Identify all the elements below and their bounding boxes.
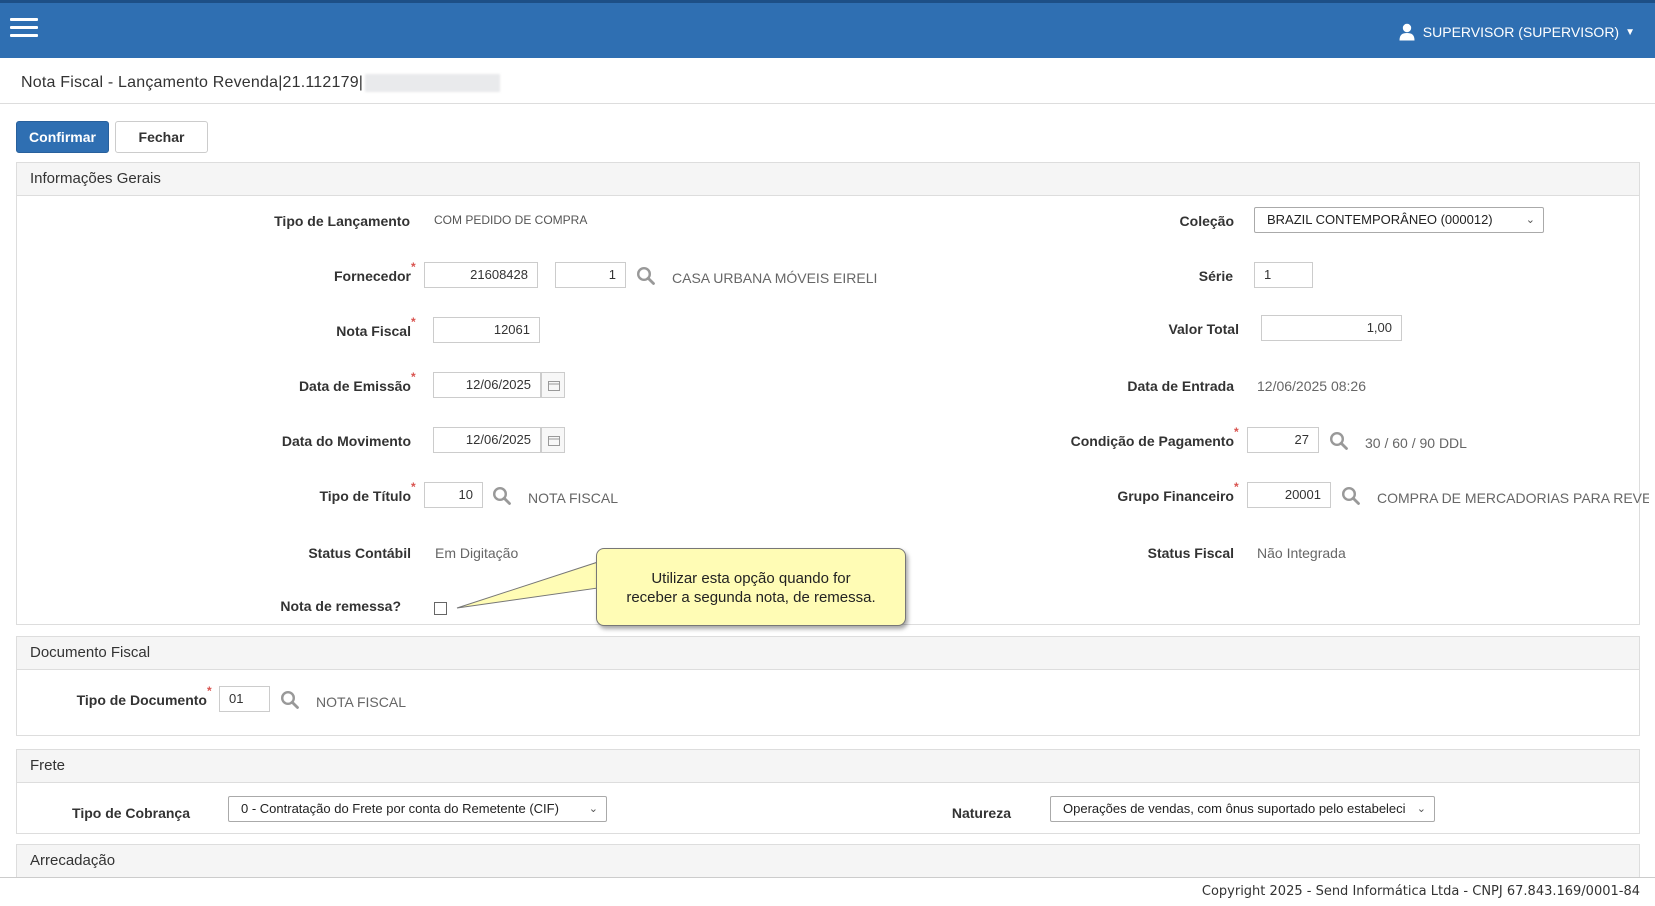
title-bar: Nota Fiscal - Lançamento Revenda|21.1121… xyxy=(0,58,1655,104)
user-name: SUPERVISOR (SUPERVISOR) xyxy=(1422,24,1620,40)
serie-label: Série xyxy=(1198,268,1233,284)
chevron-down-icon: ⌄ xyxy=(1525,214,1535,226)
status-contabil-value: Em Digitação xyxy=(435,545,519,561)
calendar-button[interactable] xyxy=(541,372,565,398)
calendar-icon xyxy=(548,436,560,446)
search-icon[interactable] xyxy=(636,266,656,286)
redacted-text xyxy=(365,74,501,92)
panel-heading: Documento Fiscal xyxy=(17,637,1639,670)
colecao-select[interactable]: BRAZIL CONTEMPORÂNEO (000012) ⌄ xyxy=(1254,207,1544,233)
search-icon[interactable] xyxy=(1329,431,1349,451)
tipo-lancamento-label: Tipo de Lançamento xyxy=(274,213,410,229)
fornecedor-seq-input[interactable]: 1 xyxy=(555,262,626,288)
search-icon[interactable] xyxy=(1341,486,1361,506)
panel-heading: Frete xyxy=(17,750,1639,783)
required-marker: * xyxy=(1234,425,1239,439)
condicao-pagamento-label: Condição de Pagamento xyxy=(1070,433,1234,449)
copyright-text: Copyright 2025 - Send Informática Ltda -… xyxy=(1201,884,1640,899)
data-emissao-input[interactable]: 12/06/2025 xyxy=(433,372,541,398)
chevron-down-icon: ⌄ xyxy=(1412,797,1426,821)
tipo-titulo-desc: NOTA FISCAL xyxy=(528,490,618,506)
tipo-titulo-input[interactable]: 10 xyxy=(424,482,483,508)
required-marker: * xyxy=(1234,480,1239,494)
tipo-documento-label: Tipo de Documento xyxy=(76,692,207,708)
grupo-financeiro-desc: COMPRA DE MERCADORIAS PARA REVENDA xyxy=(1377,490,1649,506)
natureza-label: Natureza xyxy=(951,805,1011,821)
tipo-documento-desc: NOTA FISCAL xyxy=(316,694,406,710)
tipo-titulo-label: Tipo de Título xyxy=(319,488,411,504)
nota-fiscal-label: Nota Fiscal xyxy=(336,323,411,339)
menu-icon[interactable] xyxy=(10,18,38,38)
nota-remessa-label: Nota de remessa? xyxy=(280,598,401,614)
required-marker: * xyxy=(207,684,212,698)
required-marker: * xyxy=(411,370,416,384)
data-movimento-input[interactable]: 12/06/2025 xyxy=(433,427,541,453)
chevron-down-icon: ⌄ xyxy=(588,803,598,815)
fornecedor-code-input[interactable]: 21608428 xyxy=(424,262,538,288)
top-navbar: SUPERVISOR (SUPERVISOR) ▼ xyxy=(0,0,1655,58)
tipo-lancamento-value: COM PEDIDO DE COMPRA xyxy=(434,213,588,227)
fornecedor-label: Fornecedor xyxy=(333,268,411,284)
tipo-cobranca-select[interactable]: 0 - Contratação do Frete por conta do Re… xyxy=(228,796,607,822)
user-menu[interactable]: SUPERVISOR (SUPERVISOR) ▼ xyxy=(1399,23,1635,41)
status-fiscal-label: Status Fiscal xyxy=(1147,545,1234,561)
data-emissao-label: Data de Emissão xyxy=(298,378,411,394)
search-icon[interactable] xyxy=(492,486,512,506)
tooltip-line-1: Utilizar esta opção quando for xyxy=(651,570,851,587)
fornecedor-name: CASA URBANA MÓVEIS EIRELI xyxy=(672,270,878,286)
required-marker: * xyxy=(411,480,416,494)
valor-total-label: Valor Total xyxy=(1168,321,1239,337)
data-entrada-label: Data de Entrada xyxy=(1127,378,1234,394)
tooltip-pointer xyxy=(456,561,599,609)
tipo-cobranca-label: Tipo de Cobrança xyxy=(72,805,190,821)
footer: Copyright 2025 - Send Informática Ltda -… xyxy=(0,877,1655,906)
caret-down-icon: ▼ xyxy=(1625,26,1635,38)
status-contabil-label: Status Contábil xyxy=(308,545,411,561)
condicao-pagamento-desc: 30 / 60 / 90 DDL xyxy=(1365,435,1467,451)
natureza-select[interactable]: Operações de vendas, com ônus suportado … xyxy=(1050,796,1435,822)
grupo-financeiro-input[interactable]: 20001 xyxy=(1247,482,1331,508)
page-title: Nota Fiscal - Lançamento Revenda|21.1121… xyxy=(21,74,501,92)
data-entrada-value: 12/06/2025 08:26 xyxy=(1257,378,1366,394)
valor-total-input[interactable]: 1,00 xyxy=(1261,315,1402,341)
close-button[interactable]: Fechar xyxy=(115,121,208,153)
serie-input[interactable]: 1 xyxy=(1254,262,1313,288)
required-marker: * xyxy=(411,260,416,274)
data-movimento-label: Data do Movimento xyxy=(281,433,411,449)
required-marker: * xyxy=(411,315,416,329)
search-icon[interactable] xyxy=(280,690,300,710)
tooltip-line-2: receber a segunda nota, de remessa. xyxy=(626,589,876,606)
status-fiscal-value: Não Integrada xyxy=(1257,545,1346,561)
nota-fiscal-input[interactable]: 12061 xyxy=(433,317,540,343)
condicao-pagamento-input[interactable]: 27 xyxy=(1247,427,1319,453)
panel-heading: Informações Gerais xyxy=(17,163,1639,196)
calendar-icon xyxy=(548,381,560,391)
calendar-button[interactable] xyxy=(541,427,565,453)
panel-heading[interactable]: Arrecadação xyxy=(17,845,1639,878)
tipo-documento-input[interactable]: 01 xyxy=(219,686,270,712)
panel-arrecadacao: Arrecadação xyxy=(16,844,1640,878)
colecao-label: Coleção xyxy=(1179,213,1234,229)
confirm-button[interactable]: Confirmar xyxy=(16,121,109,153)
help-tooltip: Utilizar esta opção quando for receber a… xyxy=(596,548,906,626)
grupo-financeiro-label: Grupo Financeiro xyxy=(1117,488,1234,504)
user-icon xyxy=(1399,23,1415,41)
nota-remessa-checkbox[interactable] xyxy=(434,602,447,615)
